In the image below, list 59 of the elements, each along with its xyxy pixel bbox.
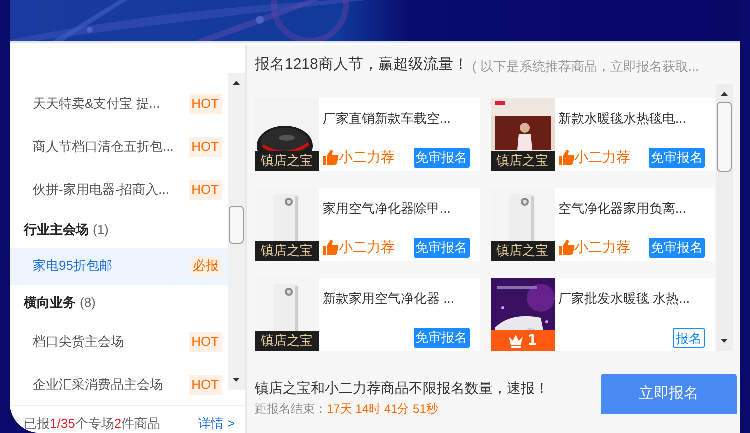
scrollbar[interactable] <box>716 84 733 351</box>
tag: HOT <box>188 180 222 200</box>
badge: 镇店之宝 <box>255 151 319 171</box>
register-button[interactable]: 免审报名 <box>649 238 705 258</box>
recommend-label: 小二力荐 <box>339 148 395 167</box>
thumbs-up-icon <box>558 150 574 165</box>
sidebar-item[interactable]: 天天特卖&支付宝 提... HOT <box>10 82 228 126</box>
group-count: (8) <box>80 294 96 312</box>
thumbs-up-icon <box>558 240 574 255</box>
product-name: 厂家批发水暖毯 水热... <box>558 290 691 308</box>
registration-summary: 已报1/35个专场2件商品 <box>24 414 161 432</box>
subtitle: ( 以下是系统推荐商品，立即报名获取... <box>472 58 700 76</box>
group-count: (1) <box>93 220 109 239</box>
scroll-down-icon[interactable] <box>233 378 240 382</box>
badge: 镇店之宝 <box>490 241 554 261</box>
register-button[interactable]: 报名 <box>673 328 705 348</box>
countdown: 17天 14时 41分 51秒 <box>327 401 438 418</box>
product-name: 空气净化器家用负离... <box>558 200 688 218</box>
sidebar-item[interactable]: 商人节档口清仓五折包... HOT <box>10 126 228 168</box>
scroll-up-icon[interactable] <box>233 80 240 84</box>
rank-badge: 1 <box>490 330 554 351</box>
tag: 必报 <box>190 256 222 276</box>
countdown-label: 距报名结束： <box>255 401 327 418</box>
product-name: 家用空气净化器除甲... <box>323 200 452 218</box>
thumbs-up-icon <box>323 150 339 165</box>
product-name: 新款水暖毯水热毯电... <box>558 110 688 128</box>
details-link[interactable]: 详情 > <box>198 414 235 433</box>
product-name: 厂家直销新款车载空... <box>323 110 452 128</box>
sidebar-item[interactable]: 伙拼-家用电器-招商入... HOT <box>10 168 228 212</box>
recommend-label: 小二力荐 <box>339 238 395 257</box>
register-button[interactable]: 免审报名 <box>414 148 470 168</box>
sidebar-item[interactable]: 家电95折包邮 必报 <box>10 248 228 284</box>
scrollbar[interactable] <box>228 72 245 390</box>
register-button[interactable]: 免审报名 <box>414 238 470 258</box>
badge: 镇店之宝 <box>255 241 319 261</box>
scroll-thumb[interactable] <box>229 206 244 244</box>
recommend-label: 小二力荐 <box>574 238 630 257</box>
scroll-up-icon[interactable] <box>721 92 728 96</box>
tag: HOT <box>188 375 222 394</box>
thumbs-up-icon <box>323 240 339 255</box>
notice-text: 镇店之宝和小二力荐商品不限报名数量，速报！ <box>255 379 549 398</box>
tag: HOT <box>188 94 222 114</box>
register-button[interactable]: 免审报名 <box>649 148 705 168</box>
scroll-thumb[interactable] <box>717 102 732 172</box>
tag: HOT <box>188 332 222 352</box>
group-title: 行业主会场 <box>24 220 89 239</box>
register-button[interactable]: 免审报名 <box>414 328 470 348</box>
badge: 镇店之宝 <box>490 151 554 171</box>
recommend-label: 小二力荐 <box>574 148 630 167</box>
sidebar-item[interactable]: 档口尖货主会场 HOT <box>10 320 228 364</box>
register-now-button[interactable]: 立即报名 <box>601 374 737 414</box>
page-title: 报名1218商人节，赢超级流量！ <box>255 54 468 74</box>
scroll-down-icon[interactable] <box>721 339 728 343</box>
product-name: 新款家用空气净化器 ... <box>323 290 456 308</box>
crown-icon <box>508 334 524 348</box>
sidebar-item[interactable]: 企业汇采消费品主会场 HOT <box>10 364 228 394</box>
badge: 镇店之宝 <box>255 331 319 351</box>
group-title: 横向业务 <box>24 294 76 312</box>
tag: HOT <box>188 137 222 157</box>
